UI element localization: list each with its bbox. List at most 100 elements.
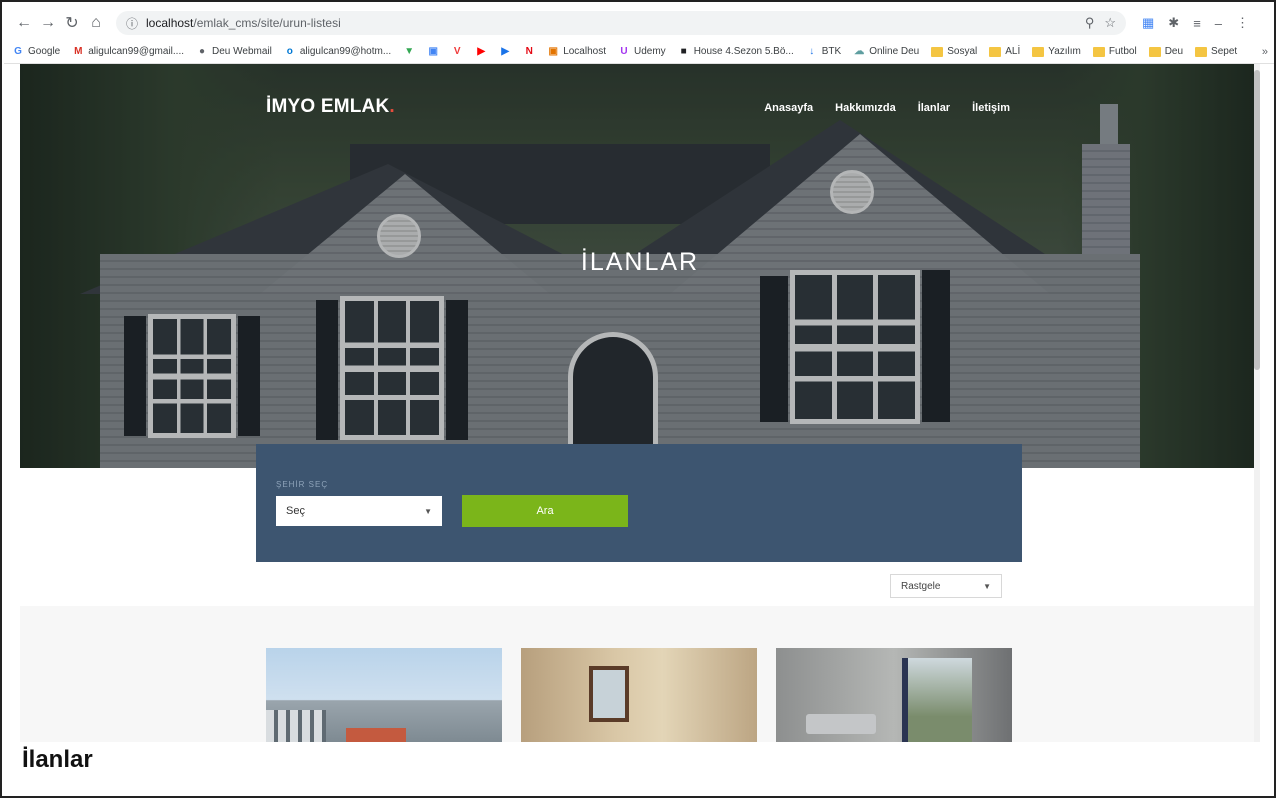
gmail-icon: M	[74, 46, 83, 57]
hero-banner: İMYO EMLAK. Anasayfa Hakkımızda İlanlar …	[20, 64, 1260, 468]
kebab-menu-icon[interactable]: ⋮	[1236, 15, 1249, 31]
page-viewport: İMYO EMLAK. Anasayfa Hakkımızda İlanlar …	[20, 64, 1260, 742]
city-select[interactable]: Seç ▼	[276, 496, 442, 526]
bookmark-item[interactable]: ↓ BTK	[806, 46, 841, 58]
star-icon[interactable]: ☆	[1104, 15, 1116, 31]
cloud-icon: ☁	[854, 46, 865, 57]
udemy-icon: U	[620, 46, 628, 57]
listing-card-image[interactable]	[776, 648, 1012, 742]
localhost-icon: ▣	[548, 46, 558, 57]
bookmark-label: House 4.Sezon 5.Bö...	[693, 46, 794, 57]
bookmark-label: Localhost	[563, 46, 606, 57]
bookmark-label: ALİ	[1005, 46, 1021, 57]
screenshot-frame: ← → ↻ ⌂ ⓘ localhost/emlak_cms/site/urun-…	[0, 0, 1276, 798]
bookmark-item[interactable]: ● Deu Webmail	[196, 46, 272, 58]
listing-section	[20, 606, 1260, 742]
forward-arrow-icon[interactable]: →	[36, 11, 60, 35]
maps-icon: ▼	[404, 46, 415, 57]
extension-icon[interactable]: –	[1215, 16, 1222, 31]
url-path: /emlak_cms/site/urun-listesi	[193, 16, 341, 30]
page-title: İLANLAR	[580, 248, 700, 276]
url-host: localhost	[146, 16, 194, 30]
bookmark-item[interactable]: ▼	[403, 46, 415, 58]
bookmark-label: aligulcan99@gmail....	[88, 46, 185, 57]
menu-item-iletisim[interactable]: İletişim	[972, 102, 1010, 114]
bookmark-item[interactable]: o aligulcan99@hotm...	[284, 46, 391, 58]
folder-icon	[931, 46, 944, 57]
google-icon: G	[14, 46, 22, 57]
bookmark-item[interactable]: N	[523, 46, 535, 58]
menu-item-ilanlar[interactable]: İlanlar	[918, 102, 950, 114]
caption: İlanlar	[22, 746, 93, 773]
bookmark-item[interactable]: ▶	[499, 46, 511, 58]
bookmark-item[interactable]: ☁ Online Deu	[853, 46, 919, 58]
bookmark-item[interactable]: Futbol	[1092, 46, 1137, 57]
bookmark-item[interactable]: Sosyal	[931, 46, 977, 57]
back-arrow-icon[interactable]: ←	[12, 11, 36, 35]
bookmark-label: Udemy	[634, 46, 666, 57]
bookmark-item[interactable]: ■ House 4.Sezon 5.Bö...	[678, 46, 794, 58]
vivaldi-icon: V	[453, 46, 461, 57]
btk-icon: ↓	[809, 46, 815, 57]
bookmark-item[interactable]: ALİ	[989, 46, 1020, 57]
scrollbar[interactable]	[1254, 64, 1260, 742]
bookmark-label: BTK	[821, 46, 842, 57]
folder-icon	[1032, 46, 1045, 57]
bookmark-item[interactable]: G Google	[12, 46, 60, 58]
zoom-icon[interactable]: ⚲	[1085, 15, 1095, 31]
listing-card-image[interactable]	[266, 648, 502, 742]
bookmark-item[interactable]: Maligulcan99@gmail....	[72, 46, 184, 58]
reload-icon[interactable]: ↻	[60, 11, 84, 35]
search-button[interactable]: Ara	[462, 495, 628, 527]
outlook-icon: o	[286, 46, 293, 57]
bookmark-item[interactable]: Sepet	[1195, 46, 1237, 57]
bookmark-item[interactable]: ▣ Localhost	[547, 46, 606, 58]
sort-select-value: Rastgele	[901, 580, 941, 592]
bookmark-label: Futbol	[1108, 46, 1137, 57]
play-icon: ▶	[501, 46, 510, 57]
bookmark-item[interactable]: ▶	[475, 46, 487, 58]
folder-icon	[1092, 46, 1105, 57]
bookmark-label: aligulcan99@hotm...	[299, 46, 392, 57]
youtube-icon: ▶	[477, 46, 486, 57]
main-menu: Anasayfa Hakkımızda İlanlar İletişim	[764, 102, 1010, 114]
bookmark-item[interactable]: U Udemy	[618, 46, 666, 58]
bookmark-label: Deu Webmail	[212, 46, 272, 57]
home-icon[interactable]: ⌂	[84, 11, 108, 35]
bookmark-label: Google	[28, 46, 61, 57]
address-bar[interactable]: ⓘ localhost/emlak_cms/site/urun-listesi …	[116, 11, 1126, 35]
netflix-icon: N	[525, 46, 533, 57]
caret-down-icon: ▼	[424, 506, 432, 516]
bookmark-label: Deu	[1164, 46, 1184, 57]
folder-icon	[1148, 46, 1161, 57]
bookmark-label: Yazılım	[1048, 46, 1081, 57]
menu-item-hakkimizda[interactable]: Hakkımızda	[835, 102, 896, 114]
bookmark-label: Online Deu	[869, 46, 920, 57]
bookmark-item[interactable]: Deu	[1148, 46, 1184, 57]
browser-toolbar: ← → ↻ ⌂ ⓘ localhost/emlak_cms/site/urun-…	[4, 4, 1274, 42]
caret-down-icon: ▼	[983, 581, 991, 591]
translate-icon: ▣	[428, 46, 438, 57]
search-panel: ŞEHİR SEÇ Seç ▼ Ara	[256, 444, 1022, 562]
listing-card-image[interactable]	[521, 648, 757, 742]
bookmarks-overflow-icon[interactable]: »	[1262, 46, 1268, 58]
bookmarks-bar: G Google Maligulcan99@gmail.... ● Deu Webmai…	[4, 40, 1274, 64]
site-navbar: İMYO EMLAK. Anasayfa Hakkımızda İlanlar …	[20, 64, 1260, 154]
bookmark-item[interactable]: Yazılım	[1032, 46, 1081, 57]
bookmark-label: Sosyal	[947, 46, 978, 57]
bookmark-item[interactable]: V	[451, 46, 463, 58]
globe-icon: ●	[198, 46, 206, 57]
menu-item-anasayfa[interactable]: Anasayfa	[764, 102, 813, 114]
tv-icon: ■	[680, 46, 687, 57]
bookmark-label: Sepet	[1211, 46, 1238, 57]
reading-list-icon[interactable]: ≡	[1193, 16, 1201, 31]
folder-icon	[1195, 46, 1208, 57]
bookmark-item[interactable]: ▣	[427, 46, 439, 58]
translate-extension-icon[interactable]: ▦	[1142, 15, 1154, 31]
sort-select[interactable]: Rastgele ▼	[890, 574, 1002, 598]
scrollbar-thumb[interactable]	[1254, 70, 1260, 370]
site-logo[interactable]: İMYO EMLAK.	[266, 96, 395, 118]
info-icon[interactable]: ⓘ	[126, 15, 138, 32]
puzzle-icon[interactable]: ✱	[1168, 15, 1179, 31]
city-select-value: Seç	[286, 505, 305, 517]
